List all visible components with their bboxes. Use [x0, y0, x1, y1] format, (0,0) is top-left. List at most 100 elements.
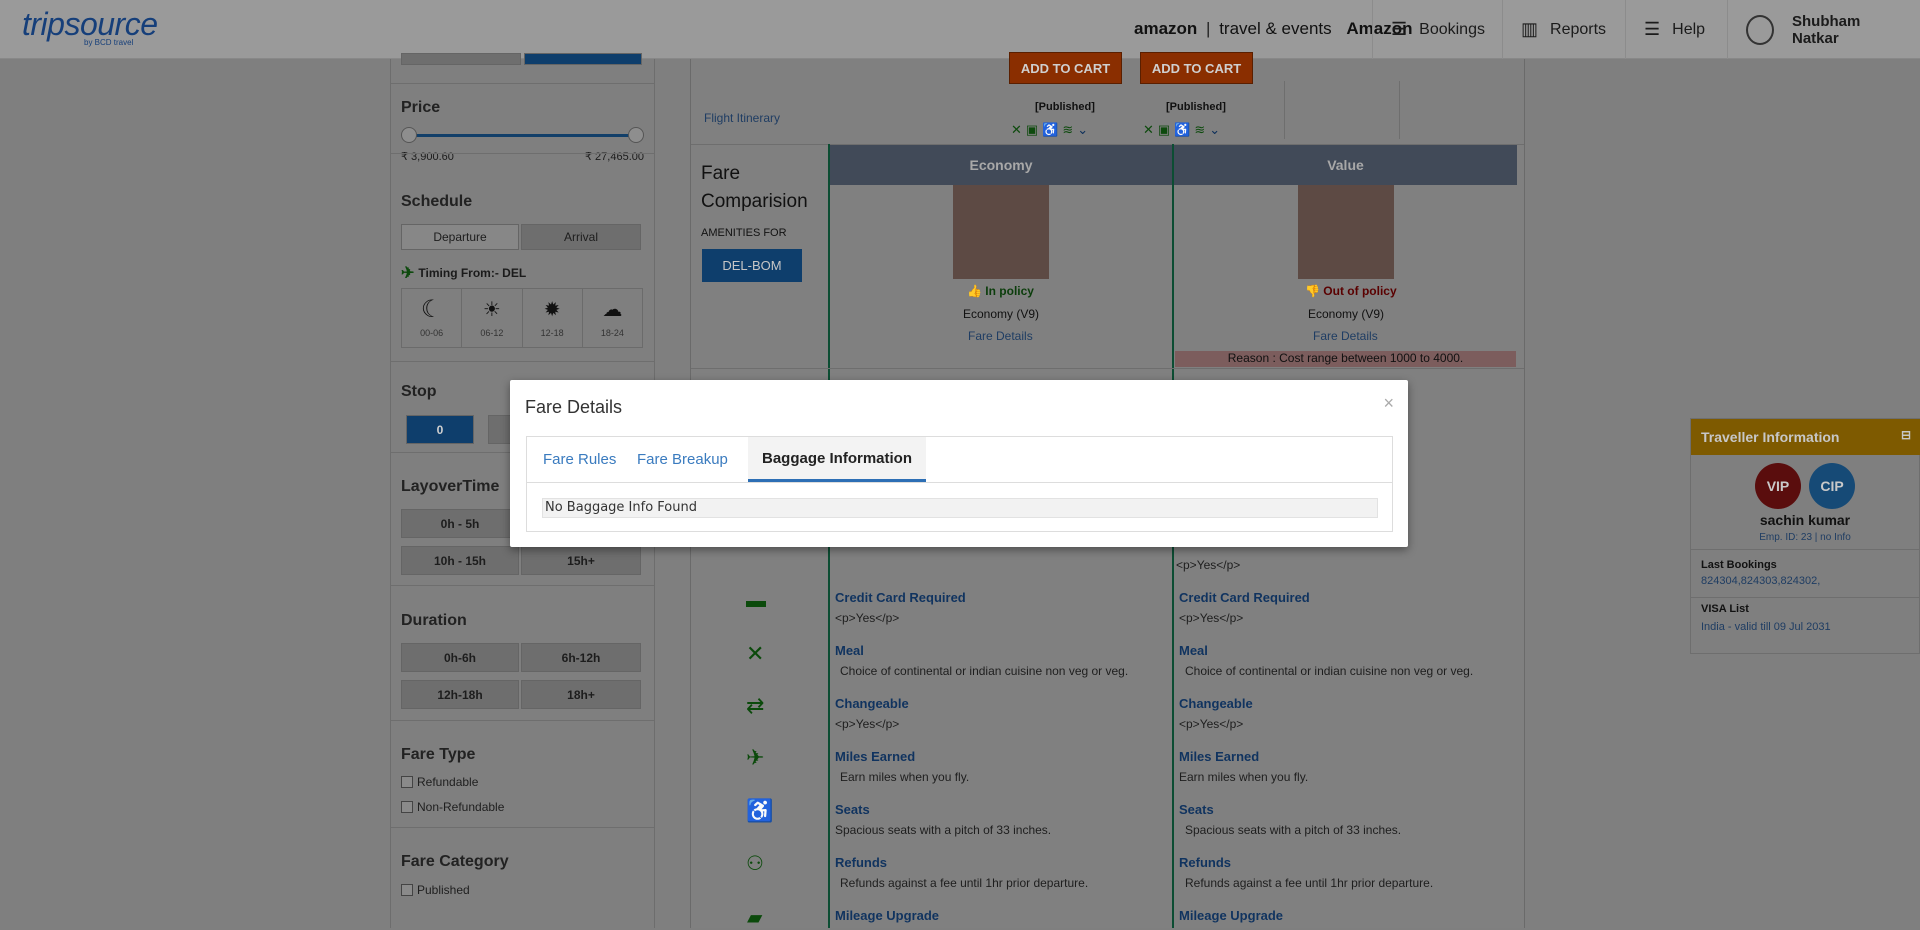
- duration-12-18h[interactable]: 12h-18h: [401, 680, 519, 709]
- flight-itinerary-link[interactable]: Flight Itinerary: [704, 111, 780, 125]
- layover-0-5h[interactable]: 0h - 5h: [401, 509, 519, 538]
- amenity-value: <p>Yes</p>: [835, 611, 900, 625]
- bar-chart-icon: ▥: [1521, 19, 1539, 39]
- client-brand: amazon | travel & events Amazon: [1134, 19, 1413, 38]
- visa-entry: India - valid till 09 Jul 2031: [1701, 621, 1831, 633]
- amenity-value: Earn miles when you fly.: [840, 770, 970, 784]
- published-checkbox[interactable]: Published: [401, 883, 470, 897]
- tab-underline: [527, 482, 1392, 483]
- price-slider-max-handle[interactable]: [628, 127, 644, 143]
- visa-country[interactable]: India: [1701, 621, 1725, 633]
- sunset-icon: ☁: [602, 299, 623, 321]
- refundable-checkbox[interactable]: Refundable: [401, 775, 478, 789]
- vip-badge: VIP: [1755, 463, 1801, 509]
- bookings-icon: ☰: [1391, 19, 1408, 39]
- credit-card-icon: ▬: [746, 590, 766, 612]
- duration-6-12h[interactable]: 6h-12h: [521, 643, 641, 672]
- column-value: Value: [1174, 145, 1517, 185]
- fare-details-link[interactable]: Fare Details: [968, 329, 1033, 343]
- time-slot[interactable]: ☾ 00-06: [402, 289, 463, 347]
- route-button[interactable]: DEL-BOM: [702, 249, 802, 282]
- layover-title: LayoverTime: [401, 478, 500, 495]
- timing-label: Timing From:- DEL: [418, 266, 527, 280]
- avatar: [1746, 14, 1774, 45]
- amenity-value: <p>Yes</p>: [1176, 558, 1241, 572]
- amenity-title: Credit Card Required: [1179, 590, 1310, 605]
- layover-10-15h[interactable]: 10h - 15h: [401, 546, 519, 575]
- fare-details-link[interactable]: Fare Details: [1313, 329, 1378, 343]
- slot-label: 00-06: [420, 328, 444, 338]
- amenity-value: Choice of continental or indian cuisine …: [840, 664, 1129, 678]
- client-sub: travel & events: [1219, 19, 1332, 38]
- amenity-icons: ✕▣♿≋⌄: [1011, 122, 1093, 137]
- amenity-value: Choice of continental or indian cuisine …: [1185, 664, 1474, 678]
- amenity-value: Spacious seats with a pitch of 33 inches…: [1185, 823, 1402, 837]
- stop-0-button[interactable]: 0: [406, 415, 474, 444]
- fare-comparison-title: Fare Comparision: [701, 163, 808, 212]
- add-to-cart-button[interactable]: ADD TO CART: [1009, 52, 1122, 84]
- modal-tabs: Fare Rules Fare Breakup Baggage Informat…: [526, 436, 1393, 532]
- add-to-cart-button[interactable]: ADD TO CART: [1140, 52, 1253, 84]
- filter-top-row: [391, 53, 654, 83]
- in-policy-status: 👍 In policy: [967, 284, 1034, 298]
- published-tag: [Published]: [1035, 101, 1095, 113]
- tab-fare-breakup[interactable]: Fare Breakup: [623, 437, 742, 482]
- amenities-divider: [691, 368, 1524, 369]
- collapse-icon[interactable]: ⊟: [1901, 428, 1911, 442]
- last-bookings-label: Last Bookings: [1701, 559, 1777, 571]
- amenity-value: <p>Yes</p>: [1179, 717, 1244, 731]
- amenity-title: Refunds: [1179, 855, 1231, 870]
- price-slider-min-handle[interactable]: [401, 127, 417, 143]
- fare-class: Economy (V9): [963, 307, 1040, 321]
- amenity-value: Earn miles when you fly.: [1179, 770, 1309, 784]
- fare-type-title: Fare Type: [401, 746, 476, 763]
- amenity-title: Meal: [835, 643, 864, 658]
- tab-baggage-information[interactable]: Baggage Information: [748, 437, 927, 482]
- tab-arrival[interactable]: Arrival: [521, 224, 641, 250]
- thumbs-up-icon: 👍: [967, 284, 982, 298]
- amenity-title: Changeable: [835, 696, 909, 711]
- out-of-policy-status: 👎 Out of policy: [1305, 284, 1397, 298]
- tab-departure[interactable]: Departure: [401, 224, 519, 250]
- cip-badge: CIP: [1809, 463, 1855, 509]
- moon-icon: ☾: [420, 296, 443, 323]
- visa-list-label: VISA List: [1701, 603, 1749, 615]
- time-slot[interactable]: ✹ 12-18: [523, 289, 583, 347]
- filter-top-left[interactable]: [401, 53, 521, 65]
- amenity-value: <p>Yes</p>: [835, 717, 900, 731]
- price-slider-track: [409, 134, 637, 137]
- time-slot[interactable]: ☁ 18-24: [583, 289, 642, 347]
- filter-top-right[interactable]: [524, 53, 642, 65]
- sunrise-icon: ☀: [482, 299, 501, 321]
- nav-bookings[interactable]: ☰ Bookings: [1372, 0, 1503, 59]
- fare-class: Economy (V9): [1308, 307, 1385, 321]
- amenity-title: Seats: [835, 802, 870, 817]
- policy-reason: Reason : Cost range between 1000 to 4000…: [1175, 351, 1516, 367]
- duration-18h-plus[interactable]: 18h+: [521, 680, 641, 709]
- fare-details-modal: Fare Details × Fare Rules Fare Breakup B…: [510, 380, 1408, 547]
- user-menu[interactable]: Shubham Natkar: [1727, 0, 1920, 59]
- amenity-title: Seats: [1179, 802, 1214, 817]
- traveller-title: Traveller Information: [1701, 429, 1840, 445]
- time-slot[interactable]: ☀ 06-12: [462, 289, 523, 347]
- amazon-logo: amazon: [1134, 19, 1198, 38]
- nav-help[interactable]: ☰ Help: [1625, 0, 1723, 59]
- amenity-title: Meal: [1179, 643, 1208, 658]
- baggage-info-message: No Baggage Info Found: [542, 498, 1378, 518]
- layover-15h-plus[interactable]: 15h+: [521, 546, 641, 575]
- non-refundable-checkbox[interactable]: Non-Refundable: [401, 800, 504, 814]
- last-bookings-links[interactable]: 824304,824303,824302,: [1701, 575, 1820, 587]
- nav-reports[interactable]: ▥ Reports: [1502, 0, 1624, 59]
- traveller-header[interactable]: Traveller Information ⊟: [1691, 419, 1920, 455]
- amenity-value: <p>Yes</p>: [1179, 611, 1244, 625]
- traveller-name: sachin kumar: [1759, 512, 1851, 528]
- slot-label: 12-18: [540, 328, 564, 338]
- stop-title: Stop: [401, 383, 437, 400]
- amenity-title: Miles Earned: [1179, 749, 1260, 764]
- duration-0-6h[interactable]: 0h-6h: [401, 643, 519, 672]
- fare-type-divider: [391, 720, 654, 721]
- close-icon[interactable]: ×: [1383, 393, 1394, 414]
- tab-fare-rules[interactable]: Fare Rules: [529, 437, 630, 482]
- amenity-title: Changeable: [1179, 696, 1253, 711]
- amenity-title: Credit Card Required: [835, 590, 966, 605]
